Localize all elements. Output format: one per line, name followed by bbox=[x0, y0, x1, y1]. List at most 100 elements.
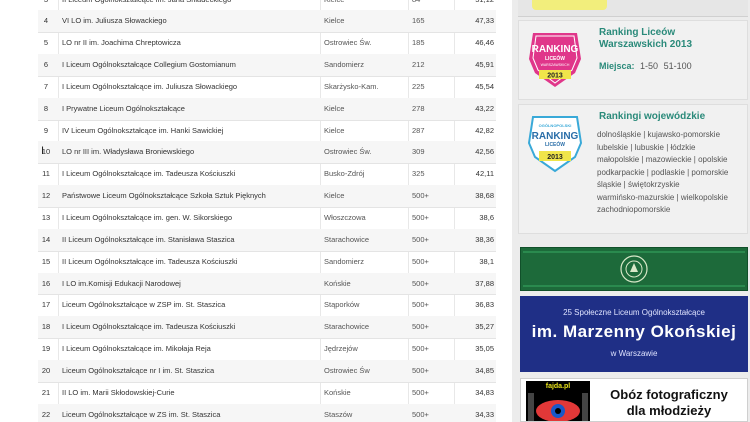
school-name-link[interactable]: II Liceum Ogólnokształcące im. Tadeusza … bbox=[62, 251, 317, 273]
school-name-link[interactable]: I Prywatne Liceum Ogólnokształcące bbox=[62, 98, 317, 120]
voivodeship-link[interactable]: podkarpackie | podlaskie | pomorskie bbox=[597, 167, 747, 180]
national-place-cell: 500+ bbox=[412, 256, 429, 266]
row-rank: 9 bbox=[43, 125, 49, 135]
row-rank: 14 bbox=[41, 234, 51, 244]
city-cell: Skarżysko-Kam. bbox=[324, 81, 379, 91]
points-cell: 45,54 bbox=[475, 81, 494, 91]
table-row: 8 I Prywatne Liceum Ogólnokształcące Kielc… bbox=[38, 97, 496, 121]
emblem-icon bbox=[521, 248, 747, 290]
row-rank: 15 bbox=[41, 256, 51, 266]
sidebar: RANKING LICEÓW WARSZAWSKICH 2013 Ranking… bbox=[512, 0, 750, 422]
ad-school-city: w Warszawie bbox=[610, 349, 658, 358]
points-cell: 47,33 bbox=[475, 16, 494, 26]
table-row: 16 I LO im.Komisji Edukacji Narodowej Końs… bbox=[38, 272, 496, 296]
places-links: Miejsca: 1-50 51-100 bbox=[599, 61, 692, 71]
table-row: 21 II LO im. Marii Skłodowskiej-Curie Końs… bbox=[38, 382, 496, 405]
ad-school-name: im. Marzenny Okońskiej bbox=[531, 322, 737, 341]
table-row: 19 I Liceum Ogólnokształcące im. Mikołaja… bbox=[38, 338, 496, 361]
table-row: 9 IV Liceum Ogólnokształcące im. Hanki Sa… bbox=[38, 120, 496, 143]
ranking-warsaw-badge-icon[interactable]: RANKING LICEÓW WARSZAWSKICH 2013 bbox=[525, 29, 585, 89]
regional-rankings-title[interactable]: Rankingi wojewódzkie bbox=[599, 111, 705, 123]
places-link-51-100[interactable]: 51-100 bbox=[664, 61, 692, 71]
national-place-cell: 309 bbox=[412, 147, 425, 157]
table-row: 14 II Liceum Ogólnokształcące im. Stanisł… bbox=[38, 228, 496, 252]
school-name-link[interactable]: II Liceum Ogólnokształcące im. Stanisław… bbox=[62, 229, 317, 251]
table-row: 10 LO nr III im. Władysława Broniewskiego… bbox=[38, 141, 496, 165]
voivodeship-link[interactable]: śląskie | świętokrzyskie bbox=[597, 179, 747, 192]
table-row: 7 I Liceum Ogólnokształcące im. Juliusza … bbox=[38, 76, 496, 99]
points-cell: 35,05 bbox=[475, 344, 494, 354]
badge-text: OGÓLNOPOLSKI bbox=[539, 123, 572, 128]
table-row: 5 LO nr II im. Joachima Chreptowicza Ostro… bbox=[38, 32, 496, 56]
points-cell: 34,85 bbox=[475, 365, 494, 375]
row-rank: 16 bbox=[41, 278, 51, 288]
voivodeship-link[interactable]: dolnośląskie | kujawsko-pomorskie bbox=[597, 129, 747, 142]
badge-text: LICEÓW bbox=[545, 54, 565, 62]
warsaw-ranking-card[interactable]: RANKING LICEÓW WARSZAWSKICH 2013 Ranking… bbox=[518, 20, 748, 100]
points-cell: 38,36 bbox=[475, 234, 494, 244]
voivodeship-links: dolnośląskie | kujawsko-pomorskie lubels… bbox=[597, 129, 747, 217]
school-name-link[interactable]: I LO im.Komisji Edukacji Narodowej bbox=[62, 273, 317, 295]
places-link-1-50[interactable]: 1-50 bbox=[640, 61, 658, 71]
badge-year: 2013 bbox=[547, 73, 563, 80]
table-row: 11 I Liceum Ogólnokształcące im. Tadeusza… bbox=[38, 163, 496, 187]
city-cell: Kielce bbox=[324, 191, 345, 201]
row-rank: 22 bbox=[41, 409, 51, 419]
row-rank: 17 bbox=[41, 300, 51, 310]
voivodeship-link[interactable]: zachodniopomorskie bbox=[597, 204, 747, 217]
city-cell: Ostrowiec Św. bbox=[324, 38, 372, 48]
school-name-link[interactable]: Liceum Ogólnokształcące w ZS im. St. Sta… bbox=[62, 404, 317, 422]
city-cell: Starachowice bbox=[324, 322, 370, 332]
voivodeship-link[interactable]: lubelskie | lubuskie | łódzkie bbox=[597, 142, 747, 155]
school-name-link[interactable]: IV Liceum Ogólnokształcące im. Hanki Saw… bbox=[62, 120, 317, 142]
badge-text: RANKING bbox=[532, 44, 579, 55]
row-rank: 13 bbox=[41, 213, 51, 222]
school-name-link[interactable]: LO nr III im. Władysława Broniewskiego bbox=[62, 141, 317, 163]
photo-camp-text: Obóz fotograficzny dla młodzieży bbox=[599, 387, 739, 419]
school-ad-banner[interactable]: 25 Społeczne Liceum Ogólnokształcące im.… bbox=[520, 296, 748, 372]
national-place-cell: 225 bbox=[412, 81, 425, 91]
school-name-link[interactable]: I Liceum Ogólnokształcące Collegium Gost… bbox=[62, 54, 317, 76]
city-cell: Kielce bbox=[324, 103, 345, 113]
national-place-cell: 287 bbox=[412, 125, 425, 135]
voivodeship-link[interactable]: małopolskie | mazowieckie | opolskie bbox=[597, 154, 747, 167]
school-name-link[interactable]: II Liceum Ogólnokształcące im. Jana Śnia… bbox=[62, 0, 317, 10]
school-name-link[interactable]: LO nr II im. Joachima Chreptowicza bbox=[62, 32, 317, 54]
points-cell: 51,12 bbox=[458, 0, 494, 10]
row-rank: 20 bbox=[41, 365, 51, 375]
table-row: 15 II Liceum Ogólnokształcące im. Tadeusz… bbox=[38, 251, 496, 274]
badge-year: 2013 bbox=[547, 154, 563, 161]
school-name-link[interactable]: VI LO im. Juliusza Słowackiego bbox=[62, 10, 317, 32]
school-name-link[interactable]: I Liceum Ogólnokształcące im. Tadeusza K… bbox=[62, 316, 317, 338]
points-cell: 34,33 bbox=[475, 409, 494, 419]
points-cell: 36,83 bbox=[475, 300, 494, 310]
title-line[interactable]: Warszawskich 2013 bbox=[599, 39, 692, 51]
school-name-link[interactable]: II LO im. Marii Skłodowskiej-Curie bbox=[62, 382, 317, 404]
photo-camp-ad-banner[interactable]: fajda.pl Obóz fotograficzny dla młodzież… bbox=[520, 378, 748, 422]
table-row: 13 I Liceum Ogólnokształcące im. gen. W. … bbox=[38, 207, 496, 230]
national-place-cell: 500+ bbox=[412, 191, 429, 201]
city-cell: Sandomierz bbox=[324, 256, 365, 266]
table-row: 18 I Liceum Ogólnokształcące im. Tadeusza… bbox=[38, 316, 496, 340]
points-cell: 35,27 bbox=[475, 322, 494, 332]
school-name-link[interactable]: I Liceum Ogólnokształcące im. Mikołaja R… bbox=[62, 338, 317, 360]
school-name-link[interactable]: I Liceum Ogólnokształcące im. Juliusza S… bbox=[62, 76, 317, 98]
national-place-cell: 185 bbox=[412, 38, 425, 48]
warsaw-ranking-title[interactable]: Ranking Liceów Warszawskich 2013 bbox=[599, 27, 692, 51]
school-name-link[interactable]: I Liceum Ogólnokształcące im. gen. W. Si… bbox=[62, 207, 317, 229]
points-cell: 46,46 bbox=[475, 38, 494, 48]
national-place-cell: 325 bbox=[412, 169, 425, 179]
green-ad-banner[interactable] bbox=[520, 247, 748, 291]
school-name-link[interactable]: Państwowe Liceum Ogólnokształcące Szkoła… bbox=[62, 185, 317, 207]
school-name-link[interactable]: Liceum Ogólnokształcące w ZSP im. St. St… bbox=[62, 294, 317, 316]
points-cell: 38,68 bbox=[475, 191, 494, 201]
school-name-link[interactable]: Liceum Ogólnokształcące nr I im. St. Sta… bbox=[62, 360, 317, 382]
badge-text: RANKING bbox=[532, 131, 579, 142]
ranking-national-badge-icon[interactable]: OGÓLNOPOLSKI RANKING LICEÓW 2013 bbox=[525, 113, 585, 173]
voivodeship-link[interactable]: warmińsko-mazurskie | wielkopolskie bbox=[597, 192, 747, 205]
badge-text: WARSZAWSKICH bbox=[541, 63, 570, 67]
regional-rankings-card: OGÓLNOPOLSKI RANKING LICEÓW 2013 Ranking… bbox=[518, 104, 748, 234]
school-name-link[interactable]: I Liceum Ogólnokształcące im. Tadeusza K… bbox=[62, 163, 317, 185]
title-line[interactable]: Ranking Liceów bbox=[599, 27, 692, 39]
row-rank: 4 bbox=[43, 16, 49, 26]
